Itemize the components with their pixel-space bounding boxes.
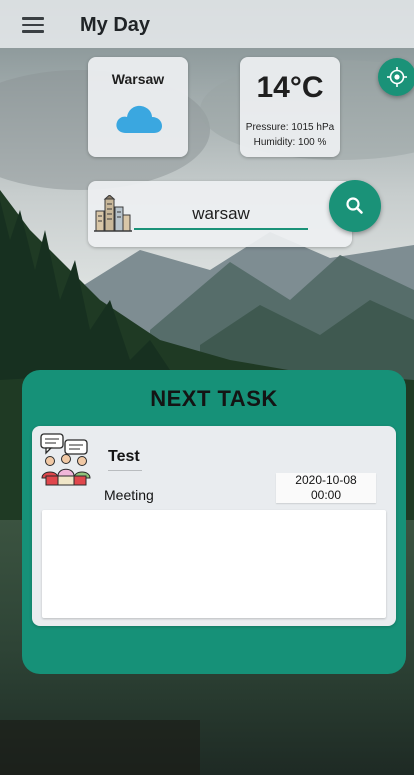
- task-description: [42, 510, 386, 618]
- pressure: Pressure: 1015 hPa: [245, 122, 335, 133]
- next-task-panel: NEXT TASK Test Meeting 2020-10-08 00:00: [22, 370, 406, 674]
- meeting-icon: [40, 432, 92, 491]
- location-icon: [387, 67, 407, 87]
- search-card: [88, 181, 352, 247]
- weather-card: 14°C Pressure: 1015 hPa Humidity: 100 %: [240, 57, 340, 157]
- city-name: Warsaw: [111, 71, 165, 87]
- next-task-heading: NEXT TASK: [150, 386, 278, 411]
- search-button[interactable]: [329, 180, 381, 232]
- page-title: My Day: [80, 14, 151, 36]
- task-card[interactable]: Test Meeting 2020-10-08 00:00: [32, 426, 396, 626]
- task-datetime: 2020-10-08 00:00: [276, 473, 376, 503]
- menu-icon[interactable]: [22, 17, 44, 33]
- cloud-icon: [114, 103, 164, 140]
- app-bar: My Day: [0, 0, 414, 48]
- search-icon: [346, 197, 363, 214]
- task-date: 2020-10-08: [295, 473, 357, 487]
- city-buildings-icon: [94, 194, 132, 238]
- city-search-input[interactable]: [134, 200, 308, 230]
- humidity: Humidity: 100 %: [253, 137, 327, 148]
- task-title: Test: [108, 448, 140, 465]
- task-category: Meeting: [104, 487, 154, 503]
- task-time: 00:00: [310, 488, 342, 502]
- location-button[interactable]: [378, 58, 414, 96]
- temperature: 14°C: [256, 71, 324, 104]
- city-card: Warsaw: [88, 57, 188, 157]
- title-divider: [108, 470, 142, 471]
